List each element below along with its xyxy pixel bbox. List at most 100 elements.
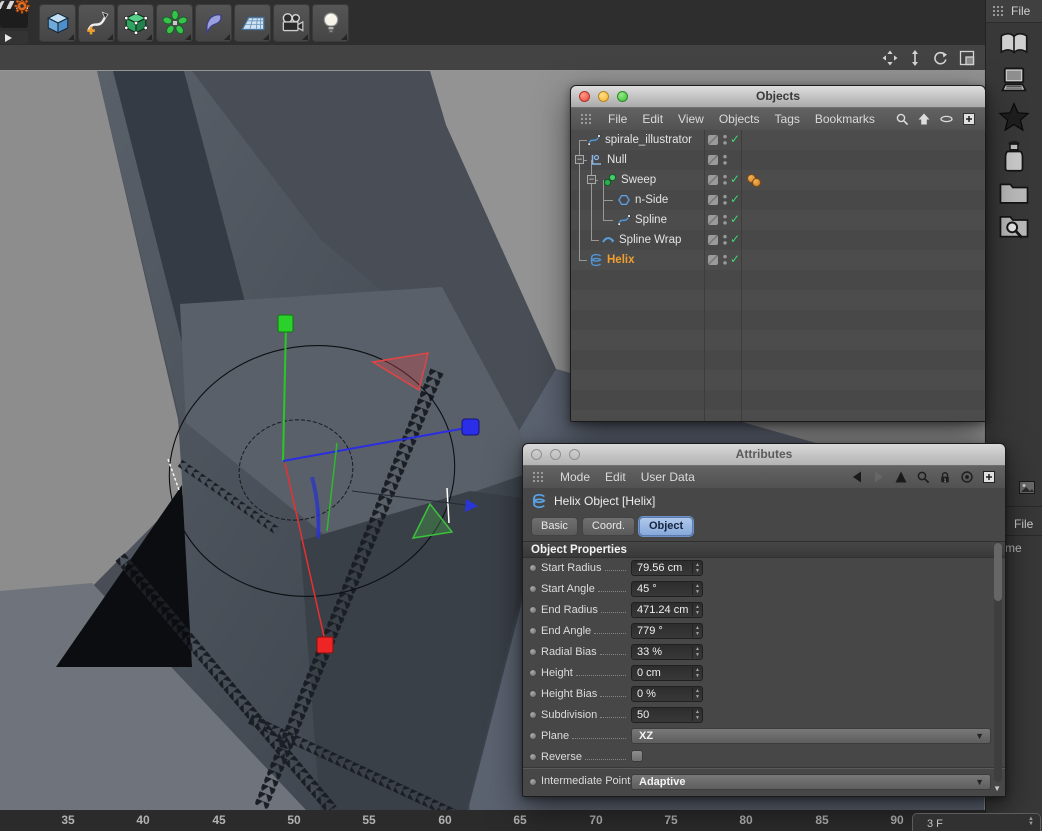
spline-pen-tool[interactable] — [78, 3, 115, 42]
object-label[interactable]: Spline — [635, 214, 667, 226]
visibility-dots[interactable] — [723, 234, 727, 246]
timeline-ruler[interactable]: 35 40 45 50 55 60 65 70 75 80 85 90 — [0, 810, 985, 831]
search-icon[interactable] — [895, 112, 909, 126]
keyframe-dot[interactable] — [529, 753, 537, 761]
end-angle-field[interactable]: 779 ° ▲ ▼ — [631, 623, 703, 639]
end-radius-field[interactable]: 471.24 cm ▲ ▼ — [631, 602, 703, 618]
objects-titlebar[interactable]: Objects — [571, 86, 985, 108]
enabled-check[interactable]: ✓ — [730, 252, 740, 266]
stepper-icon[interactable]: ▲ ▼ — [692, 625, 700, 637]
layer-toggle[interactable] — [708, 155, 718, 165]
menu-bookmarks[interactable]: Bookmarks — [815, 112, 875, 126]
table-row[interactable]: n-Side ✓ — [571, 190, 985, 210]
target-icon[interactable] — [960, 470, 974, 484]
grip-icon[interactable] — [580, 113, 593, 125]
collapse-toggle[interactable]: − — [575, 155, 584, 164]
menu-tags[interactable]: Tags — [775, 112, 800, 126]
menu-view[interactable]: View — [678, 112, 704, 126]
minimize-button[interactable] — [598, 91, 609, 102]
render-settings-button[interactable] — [0, 0, 32, 45]
object-tree[interactable]: spirale_illustrator ✓ − Null − Sweep ✓ n… — [571, 130, 985, 421]
layer-toggle[interactable] — [708, 215, 718, 225]
search-icon[interactable] — [916, 470, 930, 484]
table-row[interactable]: Spline ✓ — [571, 210, 985, 230]
menu-mode[interactable]: Mode — [560, 470, 590, 484]
subdivision-field[interactable]: 50 ▲ ▼ — [631, 707, 703, 723]
minimize-button[interactable] — [550, 449, 561, 460]
tab-basic[interactable]: Basic — [531, 517, 578, 536]
layer-toggle[interactable] — [708, 235, 718, 245]
keyframe-dot[interactable] — [529, 648, 537, 656]
sidebar-file-menu[interactable]: File — [1011, 4, 1030, 18]
layer-toggle[interactable] — [708, 255, 718, 265]
toggle-view-icon[interactable] — [959, 50, 975, 66]
enabled-check[interactable]: ✓ — [730, 132, 740, 146]
enabled-check[interactable]: ✓ — [730, 192, 740, 206]
enabled-check[interactable]: ✓ — [730, 172, 740, 186]
menu-user-data[interactable]: User Data — [641, 470, 695, 484]
object-label[interactable]: spirale_illustrator — [605, 134, 692, 146]
radial-bias-field[interactable]: 33 % ▲ ▼ — [631, 644, 703, 660]
object-label[interactable]: Null — [607, 154, 627, 166]
sidebar-item-folder[interactable] — [986, 180, 1042, 206]
object-label[interactable]: n-Side — [635, 194, 668, 206]
menu-edit[interactable]: Edit — [642, 112, 663, 126]
scrollbar-thumb[interactable] — [994, 543, 1002, 601]
keyframe-dot[interactable] — [529, 711, 537, 719]
y-axis-handle[interactable] — [277, 314, 294, 333]
menu-file[interactable]: File — [608, 112, 627, 126]
pan-icon[interactable] — [882, 50, 898, 66]
rotate-icon[interactable] — [932, 50, 948, 66]
back-icon[interactable] — [850, 470, 864, 484]
lock-icon[interactable]: 1 — [938, 470, 952, 484]
up-icon[interactable] — [894, 470, 908, 484]
table-row[interactable]: spirale_illustrator ✓ — [571, 130, 985, 150]
close-button[interactable] — [531, 449, 542, 460]
visibility-dots[interactable] — [723, 214, 727, 226]
visibility-dots[interactable] — [723, 154, 727, 166]
sidebar-item-folder-search[interactable] — [986, 213, 1042, 243]
collapse-toggle[interactable]: − — [587, 175, 596, 184]
forward-icon[interactable] — [872, 470, 886, 484]
table-row[interactable]: − Null — [571, 150, 985, 170]
table-row[interactable]: − Sweep ✓ — [571, 170, 985, 190]
camera-tool[interactable] — [273, 3, 310, 42]
object-label[interactable]: Sweep — [621, 174, 656, 186]
stepper-icon[interactable]: ▲ ▼ — [692, 604, 700, 616]
editable-cube-tool[interactable] — [117, 3, 154, 42]
visibility-dots[interactable] — [723, 254, 727, 266]
play-strip[interactable] — [0, 31, 28, 44]
eye-icon[interactable] — [939, 112, 954, 126]
keyframe-dot[interactable] — [529, 564, 537, 572]
sidebar-item-ink-bottle[interactable] — [986, 139, 1042, 173]
object-label[interactable]: Spline Wrap — [619, 234, 681, 246]
intermediate-points-dropdown[interactable]: Adaptive ▼ — [631, 774, 991, 790]
keyframe-dot[interactable] — [529, 690, 537, 698]
table-row[interactable]: Spline Wrap ✓ — [571, 230, 985, 250]
keyframe-dot[interactable] — [529, 606, 537, 614]
visibility-dots[interactable] — [723, 194, 727, 206]
attributes-titlebar[interactable]: Attributes — [523, 444, 1005, 466]
keyframe-dot[interactable] — [529, 669, 537, 677]
stepper-icon[interactable]: ▲ ▼ — [692, 688, 700, 700]
array-tool[interactable] — [156, 3, 193, 42]
keyframe-dot[interactable] — [529, 585, 537, 593]
stepper-icon[interactable]: ▲ ▼ — [692, 709, 700, 721]
stepper-icon[interactable]: ▲ ▼ — [692, 583, 700, 595]
materials-file-menu[interactable]: File — [1014, 517, 1033, 531]
keyframe-dot[interactable] — [529, 627, 537, 635]
z-axis-handle[interactable] — [461, 418, 480, 436]
section-header[interactable]: Object Properties — [523, 541, 1005, 558]
tab-coord[interactable]: Coord. — [581, 517, 635, 536]
enabled-check[interactable]: ✓ — [730, 212, 740, 226]
frame-number-field[interactable]: 3 F ▲ ▼ — [912, 813, 1041, 831]
start-radius-field[interactable]: 79.56 cm ▲ ▼ — [631, 560, 703, 576]
stepper-icon[interactable]: ▲ ▼ — [692, 562, 700, 574]
keyframe-dot[interactable] — [529, 732, 537, 740]
floor-tool[interactable] — [234, 3, 271, 42]
zoom-button[interactable] — [617, 91, 628, 102]
zoom-icon[interactable] — [909, 49, 921, 66]
reverse-checkbox[interactable] — [631, 750, 643, 762]
height-field[interactable]: 0 cm ▲ ▼ — [631, 665, 703, 681]
layer-toggle[interactable] — [708, 175, 718, 185]
